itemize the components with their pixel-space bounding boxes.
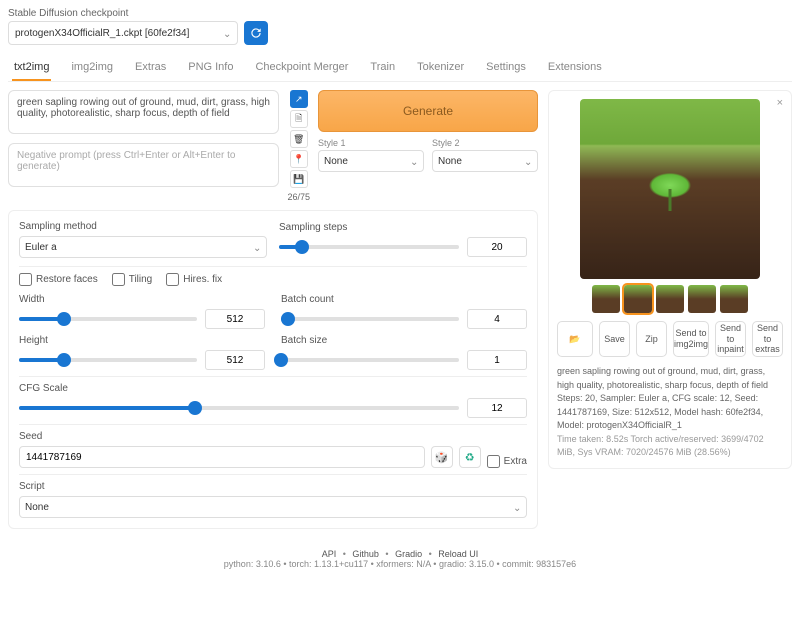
style2-label: Style 2 [432, 138, 538, 148]
batch-count-input[interactable] [467, 309, 527, 329]
tab-png-info[interactable]: PNG Info [186, 55, 235, 81]
batch-count-slider[interactable] [281, 317, 459, 321]
save-tool-button[interactable]: 💾 [290, 170, 308, 188]
refresh-icon [249, 26, 263, 40]
thumbnail[interactable] [720, 285, 748, 313]
cfg-scale-slider[interactable] [19, 406, 459, 410]
sampling-steps-slider[interactable] [279, 245, 459, 249]
tab-img2img[interactable]: img2img [69, 55, 115, 81]
chevron-down-icon [223, 29, 231, 37]
version-info: python: 3.10.6 • torch: 1.13.1+cu117 • x… [8, 559, 792, 569]
refresh-checkpoint-button[interactable] [244, 21, 268, 45]
send-to-img2img-button[interactable]: Send to img2img [673, 321, 709, 357]
sampling-steps-input[interactable] [467, 237, 527, 257]
tab-settings[interactable]: Settings [484, 55, 528, 81]
tiling-checkbox[interactable]: Tiling [112, 273, 153, 286]
seed-input[interactable] [19, 446, 425, 468]
thumbnail[interactable] [656, 285, 684, 313]
checkpoint-value: protogenX34OfficialR_1.ckpt [60fe2f34] [15, 28, 189, 39]
output-image[interactable] [580, 99, 760, 279]
generation-info: green sapling rowing out of ground, mud,… [557, 365, 783, 460]
height-slider[interactable] [19, 358, 197, 362]
prompt-input[interactable]: green sapling rowing out of ground, mud,… [8, 90, 279, 134]
open-folder-button[interactable]: 📂 [557, 321, 593, 357]
trash-tool-button[interactable]: 🗑 [290, 130, 308, 148]
thumbnail[interactable] [592, 285, 620, 313]
tab-txt2img[interactable]: txt2img [12, 55, 51, 81]
cfg-scale-input[interactable] [467, 398, 527, 418]
batch-size-label: Batch size [281, 335, 527, 346]
footer: API • Github • Gradio • Reload UI python… [8, 549, 792, 569]
thumbnail[interactable] [688, 285, 716, 313]
checkpoint-dropdown[interactable]: protogenX34OfficialR_1.ckpt [60fe2f34] [8, 21, 238, 45]
footer-link-gradio[interactable]: Gradio [395, 549, 422, 559]
sampling-method-dropdown[interactable]: Euler a [19, 236, 267, 258]
restore-faces-checkbox[interactable]: Restore faces [19, 273, 98, 286]
random-seed-button[interactable]: 🎲 [431, 446, 453, 468]
tab-extras[interactable]: Extras [133, 55, 168, 81]
tab-checkpoint-merger[interactable]: Checkpoint Merger [253, 55, 350, 81]
negative-prompt-input[interactable] [8, 143, 279, 187]
style1-dropdown[interactable]: None [318, 150, 424, 172]
script-label: Script [19, 481, 527, 492]
cfg-scale-label: CFG Scale [19, 383, 527, 394]
tab-train[interactable]: Train [368, 55, 397, 81]
batch-size-input[interactable] [467, 350, 527, 370]
footer-link-github[interactable]: Github [352, 549, 379, 559]
chevron-down-icon [524, 157, 532, 165]
footer-link-reload-ui[interactable]: Reload UI [438, 549, 478, 559]
thumbnail[interactable] [624, 285, 652, 313]
thumbnail-row [557, 285, 783, 313]
save-button[interactable]: Save [599, 321, 630, 357]
width-label: Width [19, 294, 265, 305]
recycle-seed-button[interactable]: ♻ [459, 446, 481, 468]
tab-extensions[interactable]: Extensions [546, 55, 604, 81]
generate-button[interactable]: Generate [318, 90, 538, 132]
token-counter: 26/75 [287, 192, 310, 202]
script-dropdown[interactable]: None [19, 496, 527, 518]
zip-button[interactable]: Zip [636, 321, 667, 357]
main-tabs: txt2img img2img Extras PNG Info Checkpoint M… [8, 55, 792, 82]
height-label: Height [19, 335, 265, 346]
send-to-extras-button[interactable]: Send to extras [752, 321, 783, 357]
style1-label: Style 1 [318, 138, 424, 148]
footer-link-api[interactable]: API [322, 549, 337, 559]
seed-extra-checkbox[interactable]: Extra [487, 455, 527, 468]
hires-fix-checkbox[interactable]: Hires. fix [166, 273, 222, 286]
width-input[interactable] [205, 309, 265, 329]
chevron-down-icon [410, 157, 418, 165]
width-slider[interactable] [19, 317, 197, 321]
clipboard-tool-button[interactable]: 🗎 [290, 110, 308, 128]
chevron-down-icon [513, 503, 521, 511]
sampling-steps-label: Sampling steps [279, 222, 527, 233]
seed-label: Seed [19, 431, 527, 442]
checkpoint-label: Stable Diffusion checkpoint [8, 8, 238, 19]
sampling-method-label: Sampling method [19, 221, 267, 232]
batch-count-label: Batch count [281, 294, 527, 305]
send-to-inpaint-button[interactable]: Send to inpaint [715, 321, 746, 357]
pin-tool-button[interactable]: 📍 [290, 150, 308, 168]
close-icon[interactable]: × [777, 97, 783, 109]
height-input[interactable] [205, 350, 265, 370]
tab-tokenizer[interactable]: Tokenizer [415, 55, 466, 81]
arrow-tool-button[interactable]: ↗ [290, 90, 308, 108]
style2-dropdown[interactable]: None [432, 150, 538, 172]
batch-size-slider[interactable] [281, 358, 459, 362]
chevron-down-icon [253, 243, 261, 251]
